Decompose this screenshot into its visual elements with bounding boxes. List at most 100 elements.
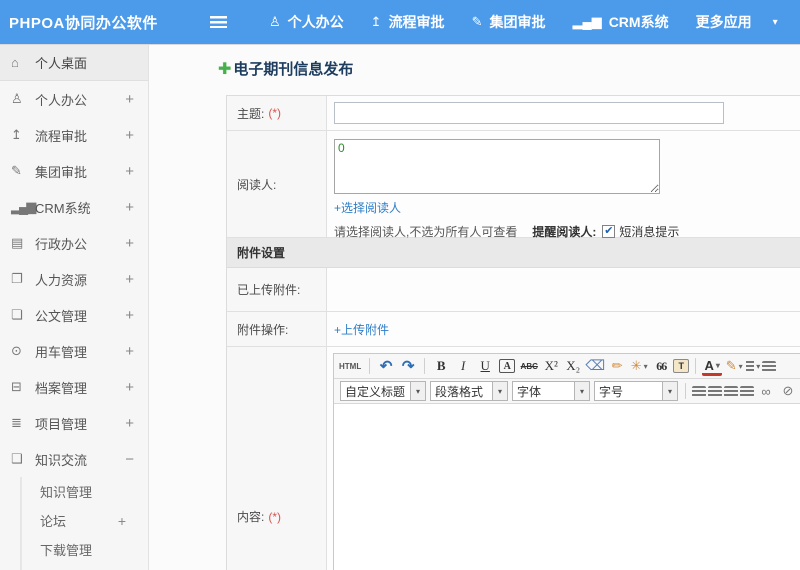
unlink-icon[interactable]: ⊘ [778, 381, 798, 401]
sidebar-item-document-mgmt[interactable]: ❏ 公文管理 + [0, 297, 148, 333]
expand-toggle-icon[interactable]: + [125, 379, 134, 396]
expand-toggle-icon[interactable]: + [125, 307, 134, 324]
readers-row: 阅读人: 0 +选择阅读人 请选择阅读人,不选为所有人可查看 提醒阅读人: ✔ … [227, 131, 800, 239]
select-readers-link[interactable]: +选择阅读人 [334, 199, 401, 216]
font-border-icon[interactable]: A [499, 359, 516, 373]
expand-toggle-icon[interactable]: + [125, 91, 134, 108]
expand-toggle-icon[interactable]: + [118, 513, 126, 529]
sidebar-subitem-knowledge-mgmt[interactable]: 知识管理 [22, 477, 148, 506]
top-header: PHPOA协同办公软件 ♙ 个人办公 ↥ 流程审批 ✎ 集团审批 ▂▄▆ CRM… [0, 0, 800, 44]
highlight-color-icon[interactable]: ✎ [724, 356, 744, 376]
chevron-down-icon[interactable]: ▾ [773, 17, 778, 28]
chevron-down-icon[interactable] [492, 382, 507, 400]
redo-icon[interactable]: ↷ [398, 356, 418, 376]
auto-typeset-icon[interactable]: ✳ [629, 356, 649, 376]
editor-content-area[interactable] [334, 404, 800, 570]
nav-personal-office[interactable]: ♙ 个人办公 [269, 12, 344, 32]
custom-heading-select[interactable]: 自定义标题 [340, 381, 426, 401]
readers-textarea[interactable]: 0 [334, 139, 660, 194]
sidebar-item-process-approval[interactable]: ↥ 流程审批 + [0, 117, 148, 153]
editor-toolbar-row1: HTML ↶ ↷ B I U A ABC X² X₂ ⌫ ✏ ✳ ▾ 66 T … [334, 354, 800, 379]
sidebar-item-knowledge-exchange[interactable]: ❑ 知识交流 − [0, 441, 148, 477]
top-nav: ♙ 个人办公 ↥ 流程审批 ✎ 集团审批 ▂▄▆ CRM系统 更多应用 [269, 12, 779, 32]
upload-attachment-link[interactable]: +上传附件 [334, 321, 389, 338]
sidebar-item-hr[interactable]: ❐ 人力资源 + [0, 261, 148, 297]
expand-toggle-icon[interactable]: + [125, 415, 134, 432]
font-size-select[interactable]: 字号 [594, 381, 678, 401]
chat-icon: ❑ [11, 451, 23, 466]
unordered-list-icon[interactable] [762, 360, 777, 372]
sidebar-item-archive-mgmt[interactable]: ⊟ 档案管理 + [0, 369, 148, 405]
process-icon: ↥ [370, 14, 382, 29]
sidebar-item-crm-system[interactable]: ▂▄▆ CRM系统 + [0, 189, 148, 225]
align-center-icon[interactable] [708, 385, 722, 397]
nav-process-approval[interactable]: ↥ 流程审批 [371, 12, 445, 32]
format-painter-icon[interactable]: ✏ [607, 356, 627, 376]
subject-input[interactable] [334, 102, 724, 124]
readers-hint-text: 请选择阅读人,不选为所有人可查看 [334, 225, 518, 239]
align-left-icon[interactable] [692, 385, 706, 397]
expand-toggle-icon[interactable]: + [125, 127, 134, 144]
expand-toggle-icon[interactable]: + [125, 235, 134, 252]
uploaded-label: 已上传附件: [237, 283, 301, 297]
editor-toolbar-row2: 自定义标题 段落格式 [334, 379, 800, 404]
link-icon[interactable]: ∞ [756, 381, 776, 401]
briefcase-icon: ▤ [11, 235, 23, 250]
eraser-icon[interactable]: ⌫ [585, 356, 605, 376]
content-label: 内容: [237, 510, 265, 524]
subscript-icon[interactable]: X₂ [563, 356, 583, 376]
remind-readers-label: 提醒阅读人: [532, 225, 597, 239]
paste-as-text-icon[interactable]: T [673, 359, 690, 373]
align-justify-icon[interactable] [740, 385, 754, 397]
attachment-ops-label: 附件操作: [237, 322, 289, 337]
superscript-icon[interactable]: X² [541, 356, 561, 376]
page-title-text: 电子期刊信息发布 [233, 61, 354, 78]
menu-icon[interactable] [210, 16, 227, 28]
chevron-down-icon[interactable] [410, 382, 425, 400]
person-icon: ♙ [269, 14, 281, 29]
chart-icon: ▂▄▆ [11, 199, 36, 214]
expand-toggle-icon[interactable]: + [125, 163, 134, 180]
chevron-down-icon[interactable] [662, 382, 677, 400]
expand-toggle-icon[interactable]: + [125, 199, 134, 216]
font-family-select[interactable]: 字体 [512, 381, 590, 401]
strikethrough-icon[interactable]: ABC [519, 356, 539, 376]
uploaded-attachments-row: 已上传附件: [227, 268, 800, 312]
sidebar-subitem-public-cabinet[interactable]: 公共文件柜 [22, 564, 148, 570]
sidebar-item-project-mgmt[interactable]: ≣ 项目管理 + [0, 405, 148, 441]
sidebar-item-group-approval[interactable]: ✎ 集团审批 + [0, 153, 148, 189]
sidebar-subitem-download-mgmt[interactable]: 下载管理 [22, 535, 148, 564]
nav-crm-system[interactable]: ▂▄▆ CRM系统 [572, 12, 668, 32]
phpoa-app-window: PHPOA协同办公软件 ♙ 个人办公 ↥ 流程审批 ✎ 集团审批 ▂▄▆ CRM… [0, 0, 800, 570]
attachment-ops-row: 附件操作: +上传附件 [227, 312, 800, 347]
book-icon: ❐ [11, 271, 23, 286]
underline-icon[interactable]: U [475, 356, 495, 376]
font-color-icon[interactable]: A [702, 358, 723, 376]
undo-icon[interactable]: ↶ [376, 356, 396, 376]
sidebar-item-vehicle-mgmt[interactable]: ⊙ 用车管理 + [0, 333, 148, 369]
uploaded-value-cell [327, 268, 800, 311]
align-right-icon[interactable] [724, 385, 738, 397]
chevron-down-icon[interactable] [574, 382, 589, 400]
expand-toggle-icon[interactable]: + [125, 271, 134, 288]
car-icon: ⊙ [11, 343, 22, 358]
toolbar-separator [369, 358, 371, 374]
blockquote-icon[interactable]: 66 [651, 356, 671, 376]
sidebar-item-admin-office[interactable]: ▤ 行政办公 + [0, 225, 148, 261]
sidebar-item-personal-office[interactable]: ♙ 个人办公 + [0, 81, 148, 117]
html-source-button[interactable]: HTML [339, 356, 361, 376]
paragraph-format-select[interactable]: 段落格式 [430, 381, 508, 401]
bold-icon[interactable]: B [431, 356, 451, 376]
sms-checkbox[interactable]: ✔ [602, 225, 616, 238]
ordered-list-icon[interactable] [746, 361, 760, 372]
project-icon: ≣ [11, 415, 22, 430]
sidebar-item-personal-desktop[interactable]: ⌂ 个人桌面 [0, 45, 148, 81]
expand-toggle-icon[interactable]: + [125, 343, 134, 360]
sidebar-subitem-forum[interactable]: 论坛 + [22, 506, 148, 535]
uploaded-label-cell: 已上传附件: [227, 268, 327, 311]
italic-icon[interactable]: I [453, 356, 473, 376]
nav-group-approval[interactable]: ✎ 集团审批 [472, 12, 546, 32]
nav-more-apps[interactable]: 更多应用 [696, 12, 752, 32]
expand-toggle-icon[interactable]: − [125, 451, 134, 468]
page-title: ✚ 电子期刊信息发布 [218, 58, 800, 79]
